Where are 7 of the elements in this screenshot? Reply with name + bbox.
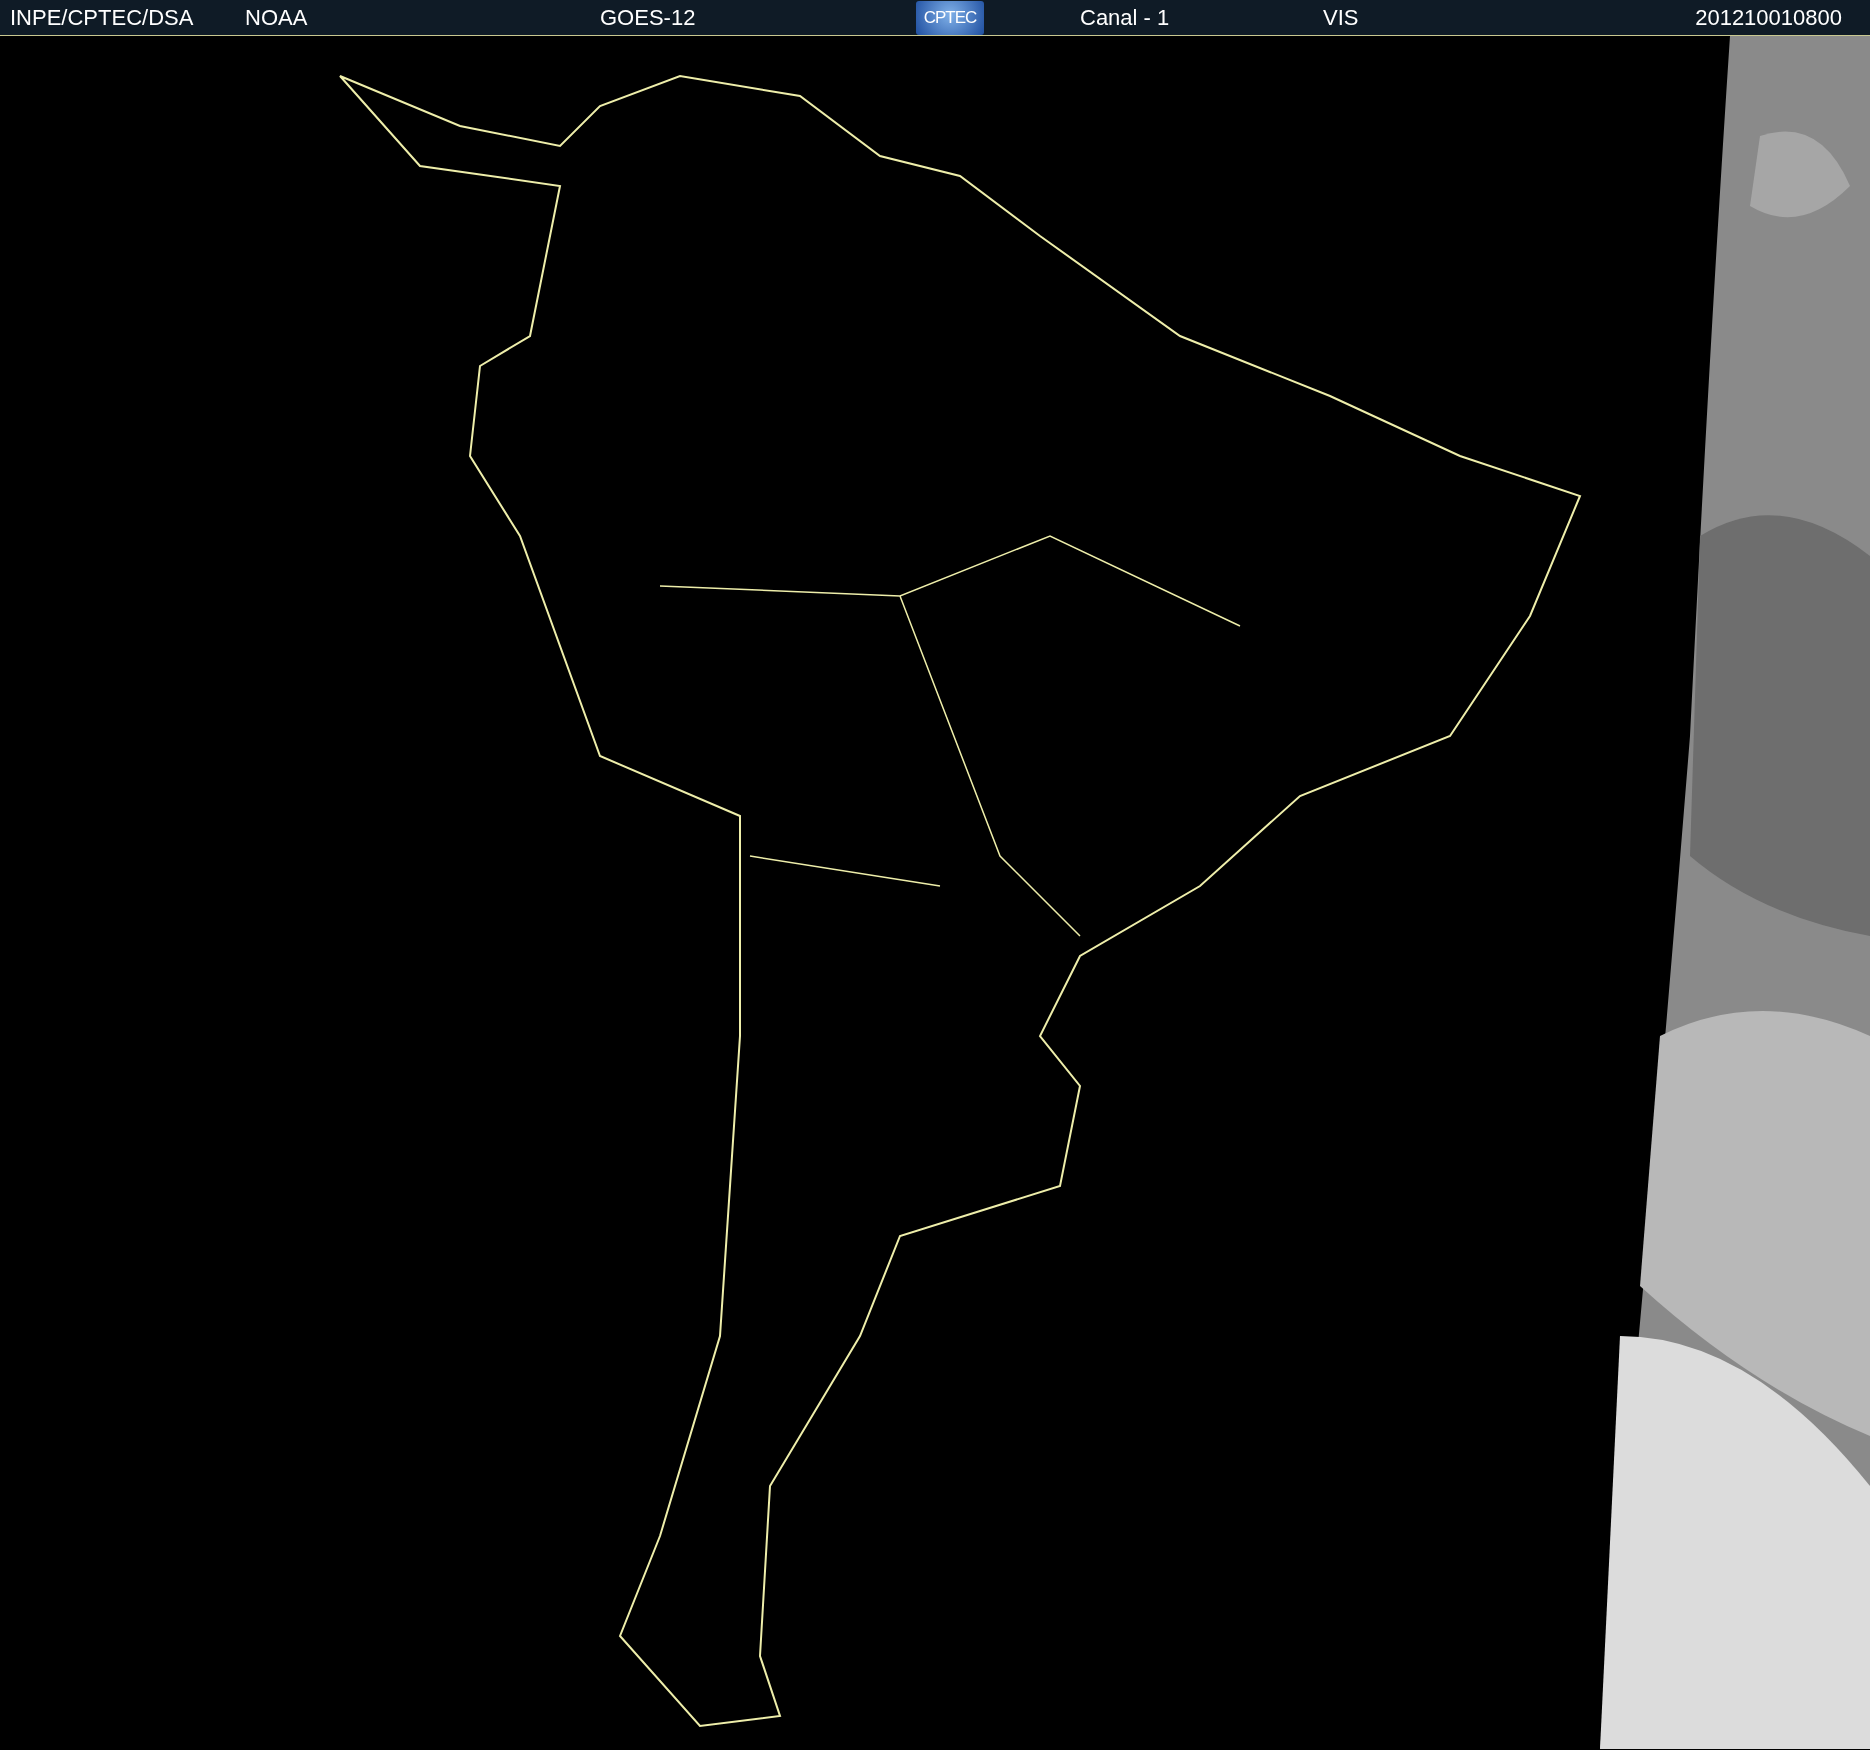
header-label: INPE/CPTEC/DSA [10,4,195,31]
header-label: NOAA [245,4,309,31]
timestamp: 201210010800 [1695,4,1842,31]
logo: CPTEC [916,0,984,35]
band-label: VIS [1323,4,1360,31]
header-label: GOES-12 [600,4,697,31]
channel-label: Canal - 1 [1080,4,1171,31]
